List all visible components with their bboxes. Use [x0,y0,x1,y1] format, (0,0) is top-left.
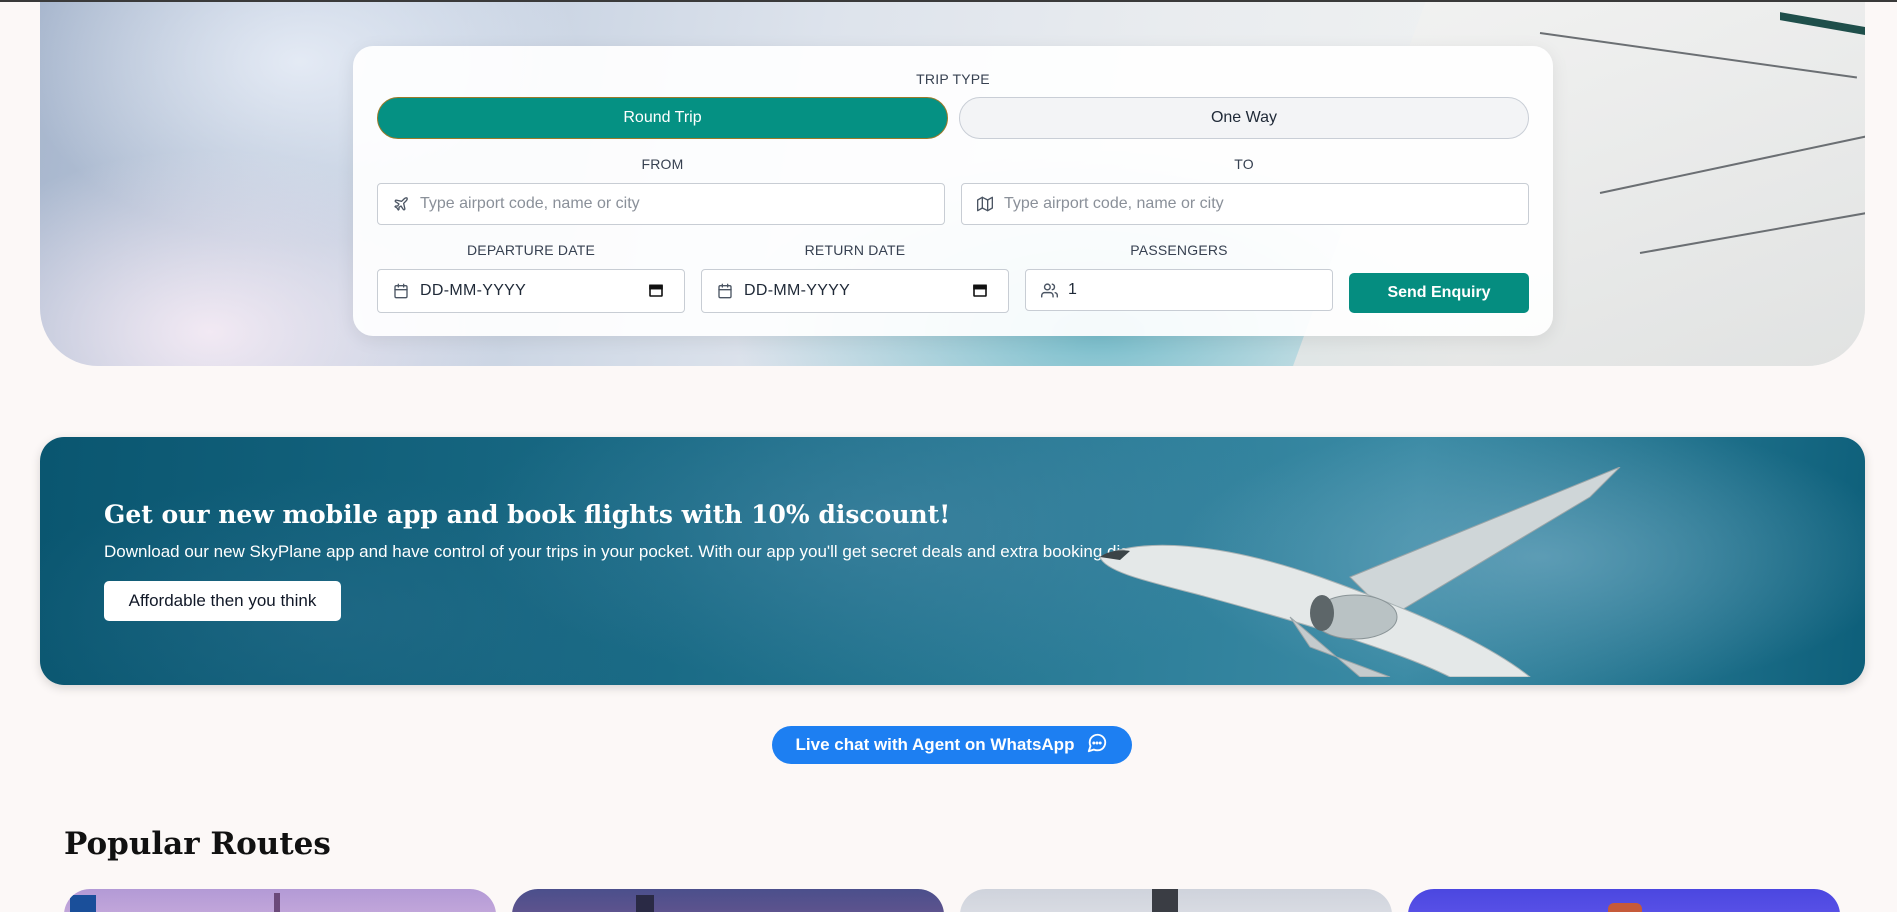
round-trip-toggle[interactable]: Round Trip [377,97,948,139]
users-icon [1040,281,1058,299]
return-date-field[interactable]: DD-MM-YYYY [701,269,1009,313]
route-image [636,895,654,912]
to-label: TO [1234,156,1254,172]
trip-type-label: TRIP TYPE [916,71,990,87]
route-card[interactable] [512,889,944,912]
passengers-label: PASSENGERS [1130,242,1228,258]
from-input[interactable] [420,195,944,213]
passengers-field[interactable] [1025,269,1333,311]
route-image [1152,889,1178,912]
chat-button-label: Live chat with Agent on WhatsApp [795,735,1075,754]
to-field[interactable] [961,183,1529,225]
whatsapp-chat-button[interactable]: Live chat with Agent on WhatsApp [772,726,1132,764]
to-input[interactable] [1004,195,1528,213]
app-promo-banner: Get our new mobile app and book flights … [40,437,1865,685]
route-card[interactable] [64,889,496,912]
send-enquiry-button[interactable]: Send Enquiry [1349,273,1529,313]
route-card[interactable] [1408,889,1840,912]
promo-subtitle: Download our new SkyPlane app and have c… [104,542,1184,561]
calendar-icon [392,282,410,300]
map-icon [976,195,994,213]
return-date-value: DD-MM-YYYY [744,282,851,299]
one-way-toggle[interactable]: One Way [959,97,1529,139]
from-field[interactable] [377,183,945,225]
departure-date-label: DEPARTURE DATE [466,242,596,258]
route-image [1608,903,1642,912]
departure-date-field[interactable]: DD-MM-YYYY [377,269,685,313]
plane-icon [392,195,410,213]
popular-routes-title: Popular Routes [64,826,331,862]
date-picker-icon[interactable] [972,282,990,300]
passengers-input[interactable] [1068,281,1332,299]
route-image [70,895,96,912]
from-label: FROM [641,156,684,172]
route-card[interactable] [960,889,1392,912]
calendar-icon [716,282,734,300]
return-date-label: RETURN DATE [804,242,906,258]
promo-title: Get our new mobile app and book flights … [104,500,951,529]
date-picker-icon[interactable] [648,282,666,300]
chat-bubble-icon [1086,732,1108,759]
airplane-illustration [1099,467,1621,677]
promo-button[interactable]: Affordable then you think [104,581,341,621]
departure-date-value: DD-MM-YYYY [420,282,527,299]
route-image [274,893,280,912]
